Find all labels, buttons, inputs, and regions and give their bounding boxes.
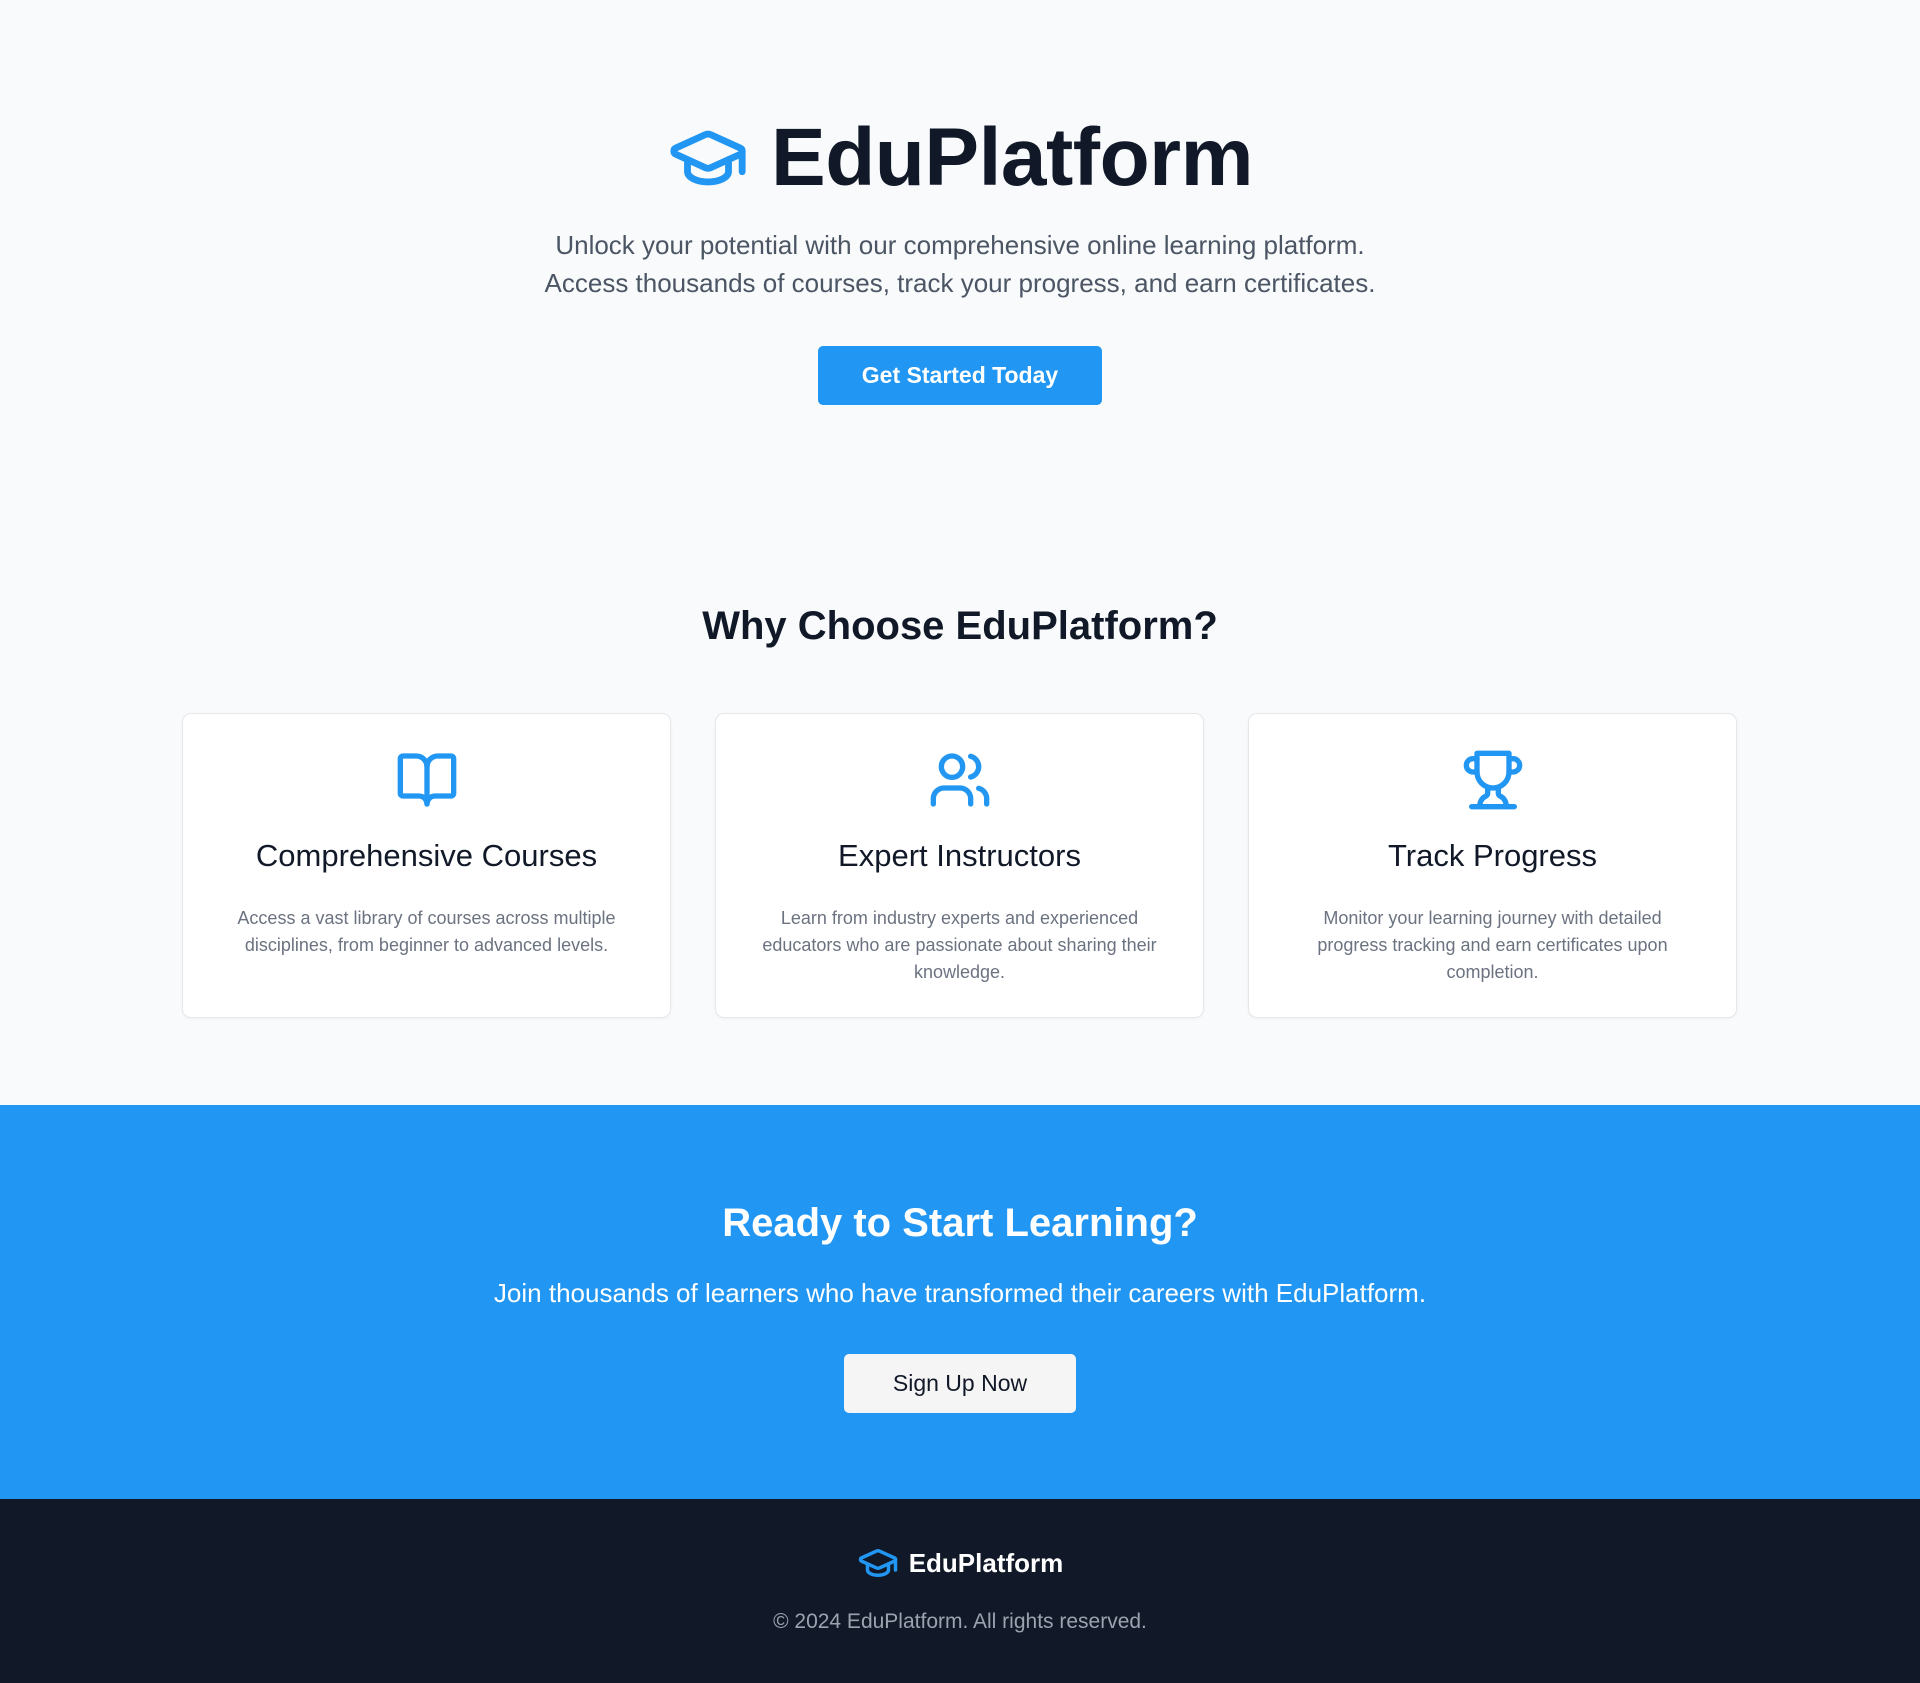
feature-card-title: Comprehensive Courses bbox=[255, 838, 598, 873]
feature-card-description: Learn from industry experts and experien… bbox=[762, 908, 1157, 982]
feature-card-description: Monitor your learning journey with detai… bbox=[1317, 908, 1668, 982]
brand-title: EduPlatform bbox=[771, 112, 1253, 203]
trophy-icon bbox=[1249, 748, 1736, 812]
footer-brand-name: EduPlatform bbox=[908, 1547, 1064, 1578]
hero-subtitle: Unlock your potential with our comprehen… bbox=[0, 226, 1920, 302]
hero-brand: EduPlatform bbox=[0, 110, 1920, 206]
footer-brand: EduPlatform bbox=[0, 1541, 1920, 1585]
cta-section: Ready to Start Learning? Join thousands … bbox=[0, 1105, 1920, 1499]
feature-card-title: Expert Instructors bbox=[838, 838, 1081, 873]
cta-subtitle: Join thousands of learners who have tran… bbox=[493, 1278, 1427, 1308]
feature-card-courses: Comprehensive Courses Access a vast libr… bbox=[182, 713, 671, 1018]
feature-card-description: Access a vast library of courses across … bbox=[237, 908, 616, 955]
landing-page: EduPlatform Unlock your potential with o… bbox=[0, 0, 1920, 1683]
sign-up-button[interactable]: Sign Up Now bbox=[844, 1354, 1076, 1413]
users-icon bbox=[716, 748, 1203, 812]
features-title: Why Choose EduPlatform? bbox=[702, 604, 1218, 648]
graduation-cap-icon bbox=[667, 117, 749, 199]
cta-title: Ready to Start Learning? bbox=[722, 1201, 1198, 1245]
footer: EduPlatform © 2024 EduPlatform. All righ… bbox=[0, 1499, 1920, 1683]
graduation-cap-icon bbox=[857, 1542, 899, 1584]
feature-card-title: Track Progress bbox=[1387, 838, 1597, 873]
feature-card-progress: Track Progress Monitor your learning jou… bbox=[1248, 713, 1737, 1018]
book-open-icon bbox=[183, 748, 670, 812]
feature-card-instructors: Expert Instructors Learn from industry e… bbox=[715, 713, 1204, 1018]
get-started-button[interactable]: Get Started Today bbox=[818, 346, 1102, 405]
footer-copyright: © 2024 EduPlatform. All rights reserved. bbox=[773, 1610, 1147, 1633]
hero-section: EduPlatform Unlock your potential with o… bbox=[0, 0, 1920, 520]
hero-subtitle-line-2: Access thousands of courses, track your … bbox=[544, 268, 1376, 298]
hero-subtitle-line-1: Unlock your potential with our comprehen… bbox=[555, 230, 1365, 260]
